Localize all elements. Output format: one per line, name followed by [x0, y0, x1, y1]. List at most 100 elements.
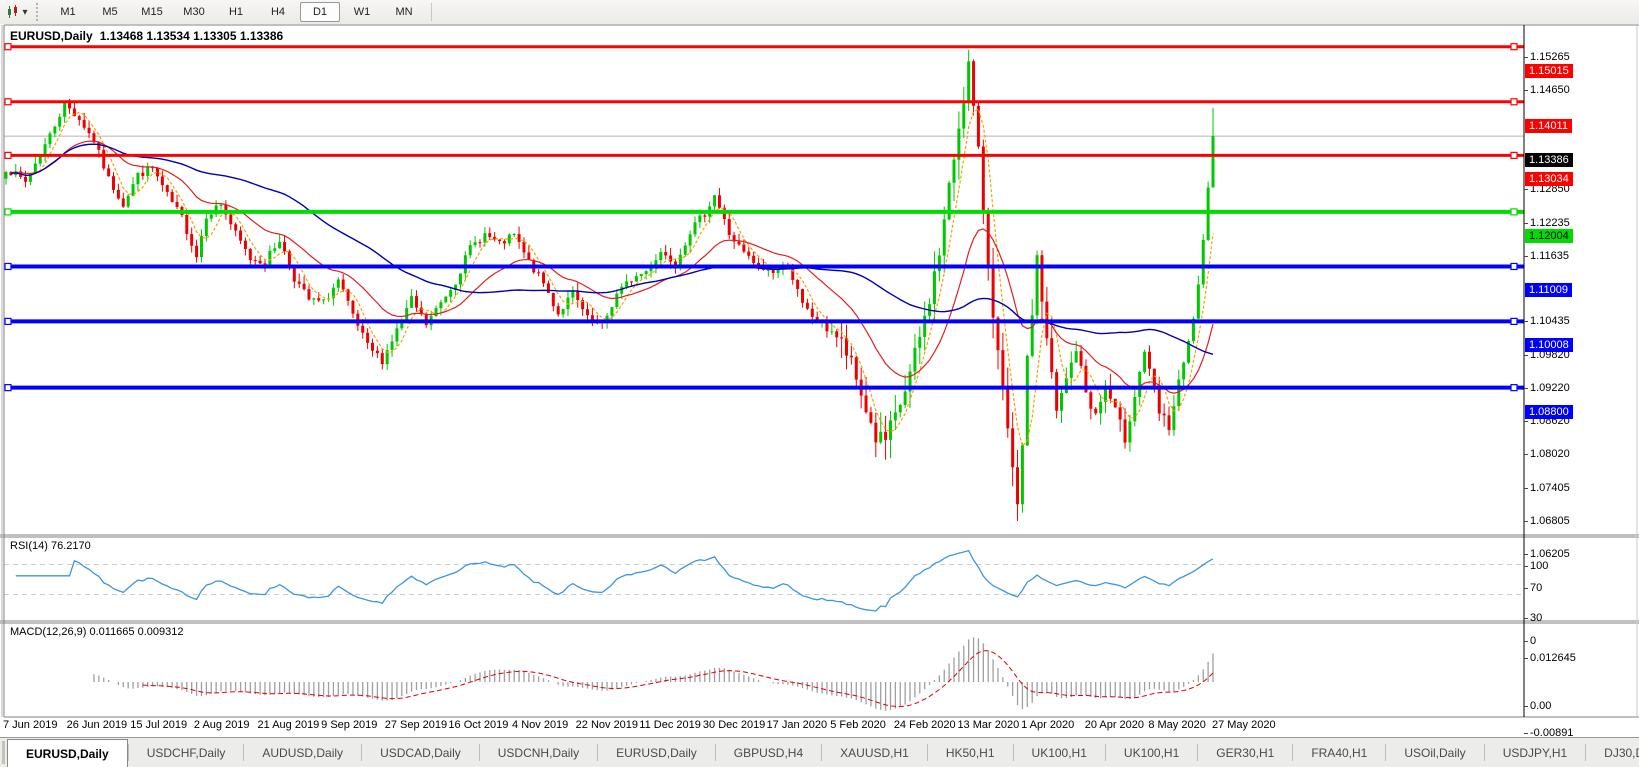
- timeframe-button-m5[interactable]: M5: [90, 2, 130, 22]
- date-label: 8 May 2020: [1148, 719, 1205, 731]
- chart-tab-eurusd-daily[interactable]: EURUSD,Daily: [7, 739, 128, 767]
- top-toolbar: ▾ M1M5M15M30H1H4D1W1MN: [0, 0, 1639, 25]
- line-handle[interactable]: [1511, 99, 1517, 105]
- price-tick-label: 1.14650: [1530, 84, 1570, 97]
- price-tick-mark: [1524, 256, 1528, 257]
- price-tick-mark: [1524, 421, 1528, 422]
- chart-tab-usdcad-daily[interactable]: USDCAD,Daily: [362, 738, 479, 767]
- macd-tick-label: 0.00: [1530, 700, 1551, 713]
- price-tick-mark: [1524, 388, 1528, 389]
- macd-title: MACD(12,26,9) 0.011665 0.009312: [10, 626, 183, 638]
- chart-tab-usdchf-daily[interactable]: USDCHF,Daily: [129, 738, 244, 767]
- line-handle[interactable]: [1511, 318, 1517, 324]
- price-tick-mark: [1524, 488, 1528, 489]
- chart-canvas: [0, 24, 1639, 737]
- price-level-label: 1.08800: [1525, 405, 1573, 419]
- chart-tab-bar: EURUSD,DailyUSDCHF,DailyAUDUSD,DailyUSDC…: [0, 737, 1639, 767]
- price-tick-mark: [1524, 57, 1528, 58]
- timeframe-button-m1[interactable]: M1: [48, 2, 88, 22]
- rsi-tick-mark: [1524, 588, 1528, 589]
- chart-tab-gbpusd-h4[interactable]: GBPUSD,H4: [716, 738, 821, 767]
- price-level-label: 1.14011: [1525, 119, 1572, 133]
- line-handle[interactable]: [1511, 263, 1517, 269]
- price-tick-label: 1.10435: [1530, 315, 1570, 328]
- candlestick-glyph-icon: [6, 5, 20, 19]
- price-level-label: 1.10008: [1525, 338, 1573, 352]
- date-label: 13 Mar 2020: [957, 719, 1019, 731]
- date-label: 7 Jun 2019: [3, 719, 57, 731]
- date-label: 1 Apr 2020: [1021, 719, 1074, 731]
- chart-window-icon[interactable]: ▾: [2, 2, 32, 22]
- price-tick-label: 1.11635: [1530, 250, 1569, 263]
- line-handle[interactable]: [1511, 152, 1517, 158]
- line-handle[interactable]: [1511, 209, 1517, 215]
- macd-tick-mark: [1524, 733, 1528, 734]
- price-tick-label: 1.07405: [1530, 482, 1570, 495]
- timeframe-button-mn[interactable]: MN: [384, 2, 424, 22]
- line-handle[interactable]: [5, 318, 11, 324]
- date-label: 26 Jun 2019: [67, 719, 128, 731]
- toolbar-separator: [431, 3, 432, 21]
- rsi-title: RSI(14) 76.2170: [10, 540, 91, 552]
- price-tick-mark: [1524, 554, 1528, 555]
- toolbar-grip: [36, 3, 43, 21]
- price-tick-mark: [1524, 223, 1528, 224]
- price-level-label: 1.12004: [1525, 229, 1573, 243]
- tabbar-gripper: [2, 741, 5, 764]
- chart-title: EURUSD,Daily1.13468 1.13534 1.13305 1.13…: [10, 29, 283, 43]
- timeframe-button-d1[interactable]: D1: [300, 2, 340, 22]
- chart-window: EURUSD,Daily1.13468 1.13534 1.13305 1.13…: [0, 24, 1639, 737]
- timeframe-button-h4[interactable]: H4: [258, 2, 298, 22]
- chart-tab-usdcnh-daily[interactable]: USDCNH,Daily: [480, 738, 597, 767]
- chart-tab-xauusd-h1[interactable]: XAUUSD,H1: [822, 738, 927, 767]
- line-handle[interactable]: [5, 209, 11, 215]
- date-label: 27 May 2020: [1212, 719, 1276, 731]
- price-tick-label: 1.06805: [1530, 515, 1570, 528]
- rsi-tick-label: 30: [1530, 612, 1542, 625]
- timeframe-button-m15[interactable]: M15: [132, 2, 172, 22]
- line-handle[interactable]: [5, 152, 11, 158]
- timeframe-button-m30[interactable]: M30: [174, 2, 214, 22]
- price-level-label: 1.11009: [1525, 283, 1572, 297]
- timeframe-button-h1[interactable]: H1: [216, 2, 256, 22]
- chart-tab-uk100-h1[interactable]: UK100,H1: [1014, 738, 1105, 767]
- line-handle[interactable]: [1511, 385, 1517, 391]
- chart-tab-usdjpy-h1[interactable]: USDJPY,H1: [1485, 738, 1585, 767]
- chart-tab-hk50-h1[interactable]: HK50,H1: [928, 738, 1013, 767]
- chart-tab-dj30-daily[interactable]: DJ30,Daily: [1586, 738, 1639, 767]
- line-handle[interactable]: [5, 44, 11, 50]
- price-tick-mark: [1524, 521, 1528, 522]
- line-handle[interactable]: [5, 99, 11, 105]
- date-label: 30 Dec 2019: [703, 719, 765, 731]
- dropdown-caret-icon: ▾: [22, 7, 27, 18]
- price-level-label: 1.15015: [1525, 64, 1573, 78]
- chart-tab-fra40-h1[interactable]: FRA40,H1: [1293, 738, 1385, 767]
- chart-tab-uk100-h1[interactable]: UK100,H1: [1106, 738, 1197, 767]
- timeframe-button-w1[interactable]: W1: [342, 2, 382, 22]
- rsi-tick-label: 70: [1530, 582, 1542, 595]
- macd-tick-label: 0.012645: [1530, 652, 1576, 665]
- rsi-tick-label: 0: [1530, 635, 1536, 648]
- line-handle[interactable]: [5, 263, 11, 269]
- date-label: 21 Aug 2019: [258, 719, 320, 731]
- line-handle[interactable]: [5, 385, 11, 391]
- price-tick-mark: [1524, 321, 1528, 322]
- chart-tab-ger30-h1[interactable]: GER30,H1: [1198, 738, 1292, 767]
- chart-tab-eurusd-daily[interactable]: EURUSD,Daily: [598, 738, 715, 767]
- rsi-tick-mark: [1524, 618, 1528, 619]
- price-level-label: 1.13034: [1525, 172, 1573, 186]
- price-tick-label: 1.15265: [1530, 51, 1570, 64]
- macd-tick-mark: [1524, 706, 1528, 707]
- line-handle[interactable]: [1511, 44, 1517, 50]
- date-label: 4 Nov 2019: [512, 719, 568, 731]
- date-label: 20 Apr 2020: [1085, 719, 1144, 731]
- rsi-tick-mark: [1524, 641, 1528, 642]
- rsi-tick-mark: [1524, 566, 1528, 567]
- price-tick-label: 1.09220: [1530, 382, 1570, 395]
- chart-tab-audusd-daily[interactable]: AUDUSD,Daily: [244, 738, 361, 767]
- date-label: 2 Aug 2019: [194, 719, 250, 731]
- price-tick-mark: [1524, 90, 1528, 91]
- chart-ohlc-values: 1.13468 1.13534 1.13305 1.13386: [100, 29, 284, 43]
- chart-tab-usoil-daily[interactable]: USOil,Daily: [1386, 738, 1483, 767]
- current-price-label: 1.13386: [1525, 153, 1573, 167]
